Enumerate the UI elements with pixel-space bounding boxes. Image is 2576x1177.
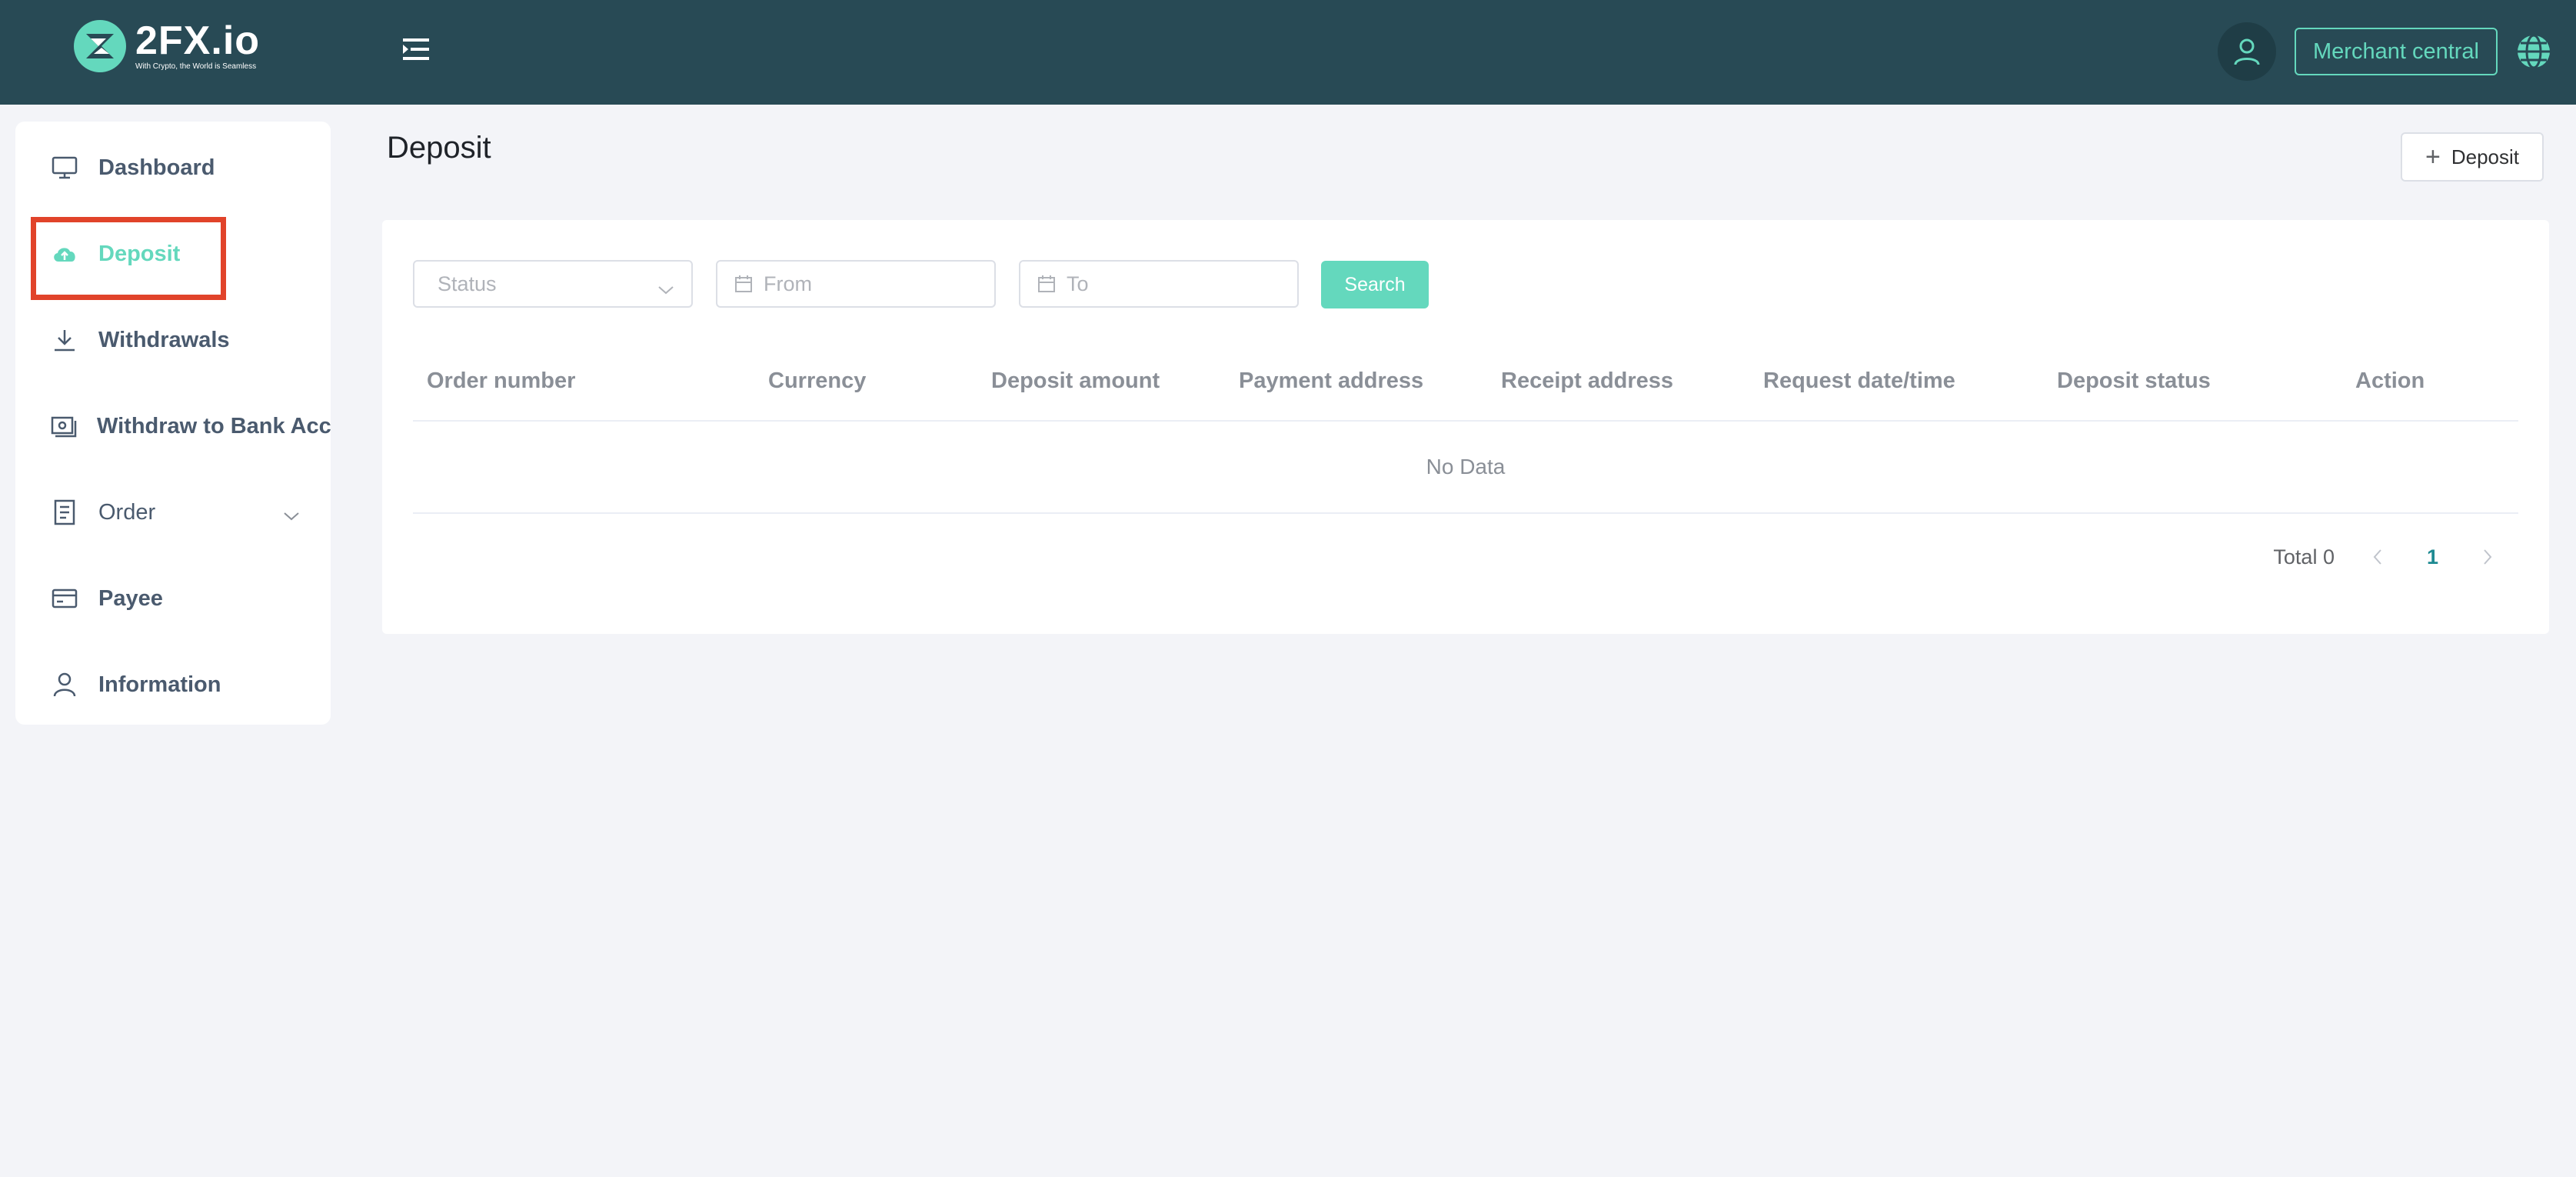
chevron-down-icon xyxy=(283,502,300,528)
user-icon xyxy=(2234,38,2260,65)
logo-mark-icon xyxy=(74,20,126,72)
column-header[interactable]: Payment address xyxy=(1239,357,1423,422)
sidebar-item-withdraw-to-bank[interactable]: Withdraw to Bank Account xyxy=(15,399,331,453)
table-header: Order number Currency Deposit amount Pay… xyxy=(413,357,2518,422)
sidebar: Dashboard Deposit Withdrawals Withdraw t… xyxy=(15,122,331,725)
highlight-annotation xyxy=(31,217,226,300)
chevron-right-icon xyxy=(2484,549,2492,565)
new-deposit-label: Deposit xyxy=(2451,145,2519,168)
sidebar-item-label: Order xyxy=(98,499,156,525)
sidebar-item-label: Dashboard xyxy=(98,155,215,180)
sidebar-item-order[interactable]: Order xyxy=(15,485,331,539)
globe-icon xyxy=(2518,34,2550,69)
monitor-icon xyxy=(51,154,78,182)
sidebar-item-withdrawals[interactable]: Withdrawals xyxy=(15,313,331,367)
sidebar-item-dashboard[interactable]: Dashboard xyxy=(15,141,331,195)
language-button[interactable] xyxy=(2514,32,2553,71)
chevron-left-icon xyxy=(2373,549,2381,565)
column-header[interactable]: Order number xyxy=(427,357,575,422)
credit-card-icon xyxy=(51,585,78,612)
search-button[interactable]: Search xyxy=(1321,261,1429,308)
money-icon xyxy=(51,412,77,440)
prev-page-button[interactable] xyxy=(2364,548,2391,565)
sidebar-item-payee[interactable]: Payee xyxy=(15,572,331,625)
to-placeholder: To xyxy=(1067,272,1089,295)
pagination: Total 0 1 xyxy=(2273,542,2501,572)
column-header[interactable]: Deposit amount xyxy=(991,357,1160,422)
page-number[interactable]: 1 xyxy=(2427,545,2438,569)
sidebar-item-information[interactable]: Information xyxy=(15,658,331,712)
column-header[interactable]: Action xyxy=(2355,357,2425,422)
page-title: Deposit xyxy=(387,131,491,165)
total-count: Total 0 xyxy=(2273,545,2335,568)
user-icon xyxy=(51,671,78,699)
column-header[interactable]: Deposit status xyxy=(2057,357,2211,422)
logo-tagline: With Crypto, the World is Seamless xyxy=(135,62,257,71)
to-date-input[interactable]: To xyxy=(1019,260,1299,308)
top-header: 2FX.io With Crypto, the World is Seamles… xyxy=(0,0,2576,105)
deposit-table-card: Status From To Search Order number Curre… xyxy=(382,220,2549,634)
menu-toggle-button[interactable] xyxy=(403,37,437,65)
column-header[interactable]: Receipt address xyxy=(1501,357,1673,422)
plus-icon: + xyxy=(2425,142,2441,172)
new-deposit-button[interactable]: + Deposit xyxy=(2401,132,2544,182)
sidebar-item-label: Withdraw to Bank Account xyxy=(97,413,331,438)
calendar-icon xyxy=(734,275,753,293)
sidebar-item-label: Payee xyxy=(98,585,163,611)
from-placeholder: From xyxy=(764,272,812,295)
from-date-input[interactable]: From xyxy=(716,260,996,308)
empty-state: No Data xyxy=(413,422,2518,514)
brand-logo[interactable]: 2FX.io With Crypto, the World is Seamles… xyxy=(71,17,260,75)
next-page-button[interactable] xyxy=(2474,548,2501,565)
sidebar-item-label: Withdrawals xyxy=(98,327,230,352)
status-select[interactable]: Status xyxy=(413,260,693,308)
status-placeholder: Status xyxy=(438,272,497,295)
menu-fold-icon xyxy=(403,38,429,60)
calendar-icon xyxy=(1037,275,1056,293)
download-icon xyxy=(51,326,78,354)
sidebar-item-label: Information xyxy=(98,672,221,697)
merchant-central-button[interactable]: Merchant central xyxy=(2295,28,2498,75)
column-header[interactable]: Request date/time xyxy=(1763,357,1955,422)
user-avatar-button[interactable] xyxy=(2218,22,2276,81)
document-icon xyxy=(51,498,78,526)
logo-name: 2FX.io xyxy=(135,18,261,63)
chevron-down-icon xyxy=(657,277,674,301)
column-header[interactable]: Currency xyxy=(768,357,866,422)
